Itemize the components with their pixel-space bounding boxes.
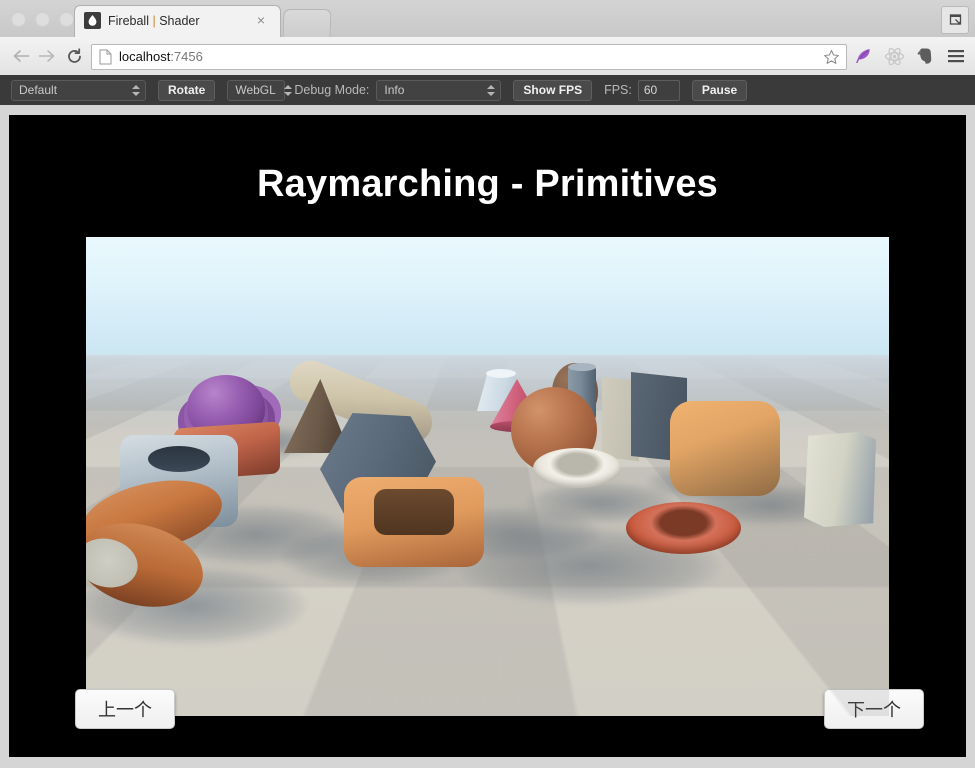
rotate-button[interactable]: Rotate [158, 79, 216, 101]
arrow-right-icon[interactable] [34, 45, 58, 67]
reload-icon[interactable] [62, 45, 86, 67]
shader-toolbar: Default Rotate WebGL Debug Mode: Info Sh… [0, 75, 975, 105]
hex-cylinder-cream [804, 432, 876, 527]
tab-title-separator: | [152, 14, 156, 28]
scene-select-value: Default [19, 82, 58, 97]
torus-orange [626, 502, 741, 554]
new-tab-button[interactable] [282, 9, 332, 38]
pause-button[interactable]: Pause [691, 79, 748, 101]
address-port: :7456 [170, 49, 203, 64]
scene-sky [86, 237, 889, 359]
feather-icon[interactable] [851, 45, 875, 67]
rounded-cube-orange [670, 401, 780, 496]
arrow-left-icon[interactable] [9, 45, 33, 67]
prev-button[interactable]: 上一个 [75, 689, 175, 729]
tab-title-main: Fireball [108, 14, 149, 28]
page-title: Raymarching - Primitives [257, 163, 718, 205]
torus-white [533, 448, 621, 488]
close-window-button[interactable] [11, 12, 26, 27]
stepper-arrows-icon [283, 84, 293, 97]
webgl-canvas[interactable] [86, 237, 889, 716]
browser-nav-bar: localhost:7456 [0, 37, 975, 76]
window-traffic-lights [11, 12, 74, 27]
tab-strip: Fireball | Shader × [0, 0, 975, 38]
page-content: Raymarching - Primitives 上一个 下一个 [9, 115, 966, 757]
next-button[interactable]: 下一个 [824, 689, 924, 729]
minimize-window-button[interactable] [35, 12, 50, 27]
rounded-square-torus-hole [374, 489, 454, 535]
box-frame-hole [148, 446, 210, 472]
show-fps-button[interactable]: Show FPS [513, 79, 593, 101]
renderer-select[interactable]: WebGL [227, 79, 292, 101]
fireball-logo-icon [84, 12, 101, 29]
maximize-window-button[interactable] [59, 12, 74, 27]
browser-window: Fireball | Shader × localhost:7456 Defau… [0, 0, 975, 768]
browser-tab[interactable]: Fireball | Shader × [74, 5, 281, 38]
cone-cap-top [486, 369, 516, 378]
tab-title: Fireball | Shader [108, 13, 248, 29]
address-bar[interactable]: localhost:7456 [91, 44, 847, 70]
debug-mode-value: Info [384, 82, 405, 97]
stepper-arrows-icon [487, 84, 496, 97]
bookmark-star-icon[interactable] [822, 48, 840, 66]
tab-title-sub: Shader [159, 14, 200, 28]
stepper-arrows-icon [132, 84, 141, 97]
fps-label: FPS: [604, 82, 632, 97]
window-capture-icon[interactable] [941, 6, 969, 34]
scene-select[interactable]: Default [11, 79, 146, 101]
renderer-select-value: WebGL [235, 82, 276, 97]
cylinder-slate-top [568, 363, 596, 371]
close-icon[interactable]: × [254, 13, 268, 27]
evernote-icon[interactable] [913, 45, 937, 67]
menu-hamburger-icon[interactable] [944, 45, 968, 67]
debug-mode-label: Debug Mode: [294, 82, 370, 97]
address-bar-text: localhost:7456 [119, 49, 203, 65]
page-document-icon [99, 49, 112, 65]
debug-mode-select[interactable]: Info [376, 79, 502, 101]
address-host: localhost [119, 49, 171, 64]
react-logo-icon[interactable] [882, 45, 906, 67]
fps-input[interactable]: 60 [637, 79, 680, 101]
